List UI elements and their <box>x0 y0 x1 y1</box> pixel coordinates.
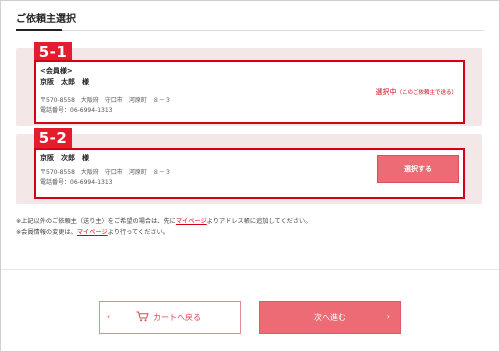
note-line-1: ※上記以外のご依頼主（送り主）をご希望の場合は、先にマイページよりアドレス帳に追… <box>16 216 311 227</box>
requester-option-card-2: 5-2 京阪 次郎 様 〒570-8558 大阪府 守口市 河原町 ８－３ 電話… <box>16 128 482 204</box>
cart-icon <box>136 311 149 324</box>
member-tag: <会員様> <box>40 67 73 75</box>
note-1-text-end: よりアドレス帳に追加してください。 <box>206 218 312 225</box>
chevron-right-icon: › <box>386 312 390 321</box>
selected-status-label: 選択中 <box>375 88 397 96</box>
selected-status-note: （このご依頼主で送る） <box>396 90 457 96</box>
requester-address: 〒570-8558 大阪府 守口市 河原町 ８－３ <box>40 169 171 176</box>
page-frame: ご依頼主選択 5-1 <会員様> 京阪 太郎 様 〒570-8558 大阪府 守… <box>0 0 500 352</box>
page-title: ご依頼主選択 <box>16 14 76 25</box>
requester-option-selected[interactable]: <会員様> 京阪 太郎 様 〒570-8558 大阪府 守口市 河原町 ８－３ … <box>34 60 465 124</box>
note-line-2: ※会員情報の変更は、マイページより行ってください。 <box>16 227 311 238</box>
step-badge-5-1: 5-1 <box>34 42 72 62</box>
requester-address: 〒570-8558 大阪府 守口市 河原町 ８－３ <box>40 97 171 104</box>
requester-name: 京阪 太郎 様 <box>40 78 89 86</box>
chevron-left-icon: ‹ <box>107 312 111 321</box>
requester-name: 京阪 次郎 様 <box>40 154 89 162</box>
select-button[interactable]: 選択する <box>377 155 459 183</box>
selected-status: 選択中（このご依頼主で送る） <box>375 87 457 97</box>
next-button-label: 次へ進む <box>314 313 346 322</box>
section-header: ご依頼主選択 <box>1 1 499 31</box>
notes: ※上記以外のご依頼主（送り主）をご希望の場合は、先にマイページよりアドレス帳に追… <box>16 216 311 238</box>
back-button-label: カートへ戻る <box>153 313 201 322</box>
mypage-link-2[interactable]: マイページ <box>77 229 108 236</box>
requester-phone: 電話番号：06-6994-1313 <box>40 107 113 114</box>
title-divider <box>16 30 484 31</box>
next-button[interactable]: 次へ進む › <box>259 301 401 334</box>
mypage-link-1[interactable]: マイページ <box>176 218 207 225</box>
footer-divider <box>1 269 499 270</box>
requester-option: 京阪 次郎 様 〒570-8558 大阪府 守口市 河原町 ８－３ 電話番号：0… <box>34 148 465 199</box>
note-1-text: ※上記以外のご依頼主（送り主）をご希望の場合は、先に <box>16 218 176 225</box>
title-underline <box>16 29 62 31</box>
step-badge-5-2: 5-2 <box>34 128 72 148</box>
note-2-text: ※会員情報の変更は、 <box>16 229 77 236</box>
back-to-cart-button[interactable]: ‹ カートへ戻る <box>99 301 241 334</box>
note-2-text-end: より行ってください。 <box>107 229 169 236</box>
requester-phone: 電話番号：06-6994-1313 <box>40 179 113 186</box>
requester-option-card-1: 5-1 <会員様> 京阪 太郎 様 〒570-8558 大阪府 守口市 河原町 … <box>16 42 482 126</box>
